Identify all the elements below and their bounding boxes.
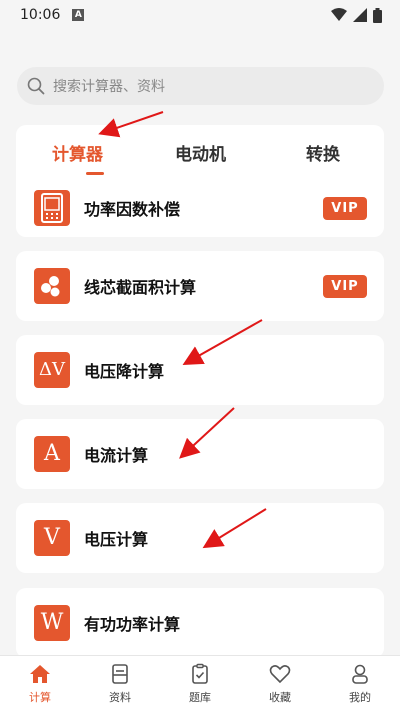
checklist-icon [192, 663, 208, 684]
active-tab-indicator [86, 172, 104, 175]
list-item-label: 电压降计算 [84, 362, 165, 381]
list-item-voltage-drop[interactable]: ΔV 电压降计算 [16, 335, 384, 405]
bottom-navigation: 计算 资料 题库 收藏 我的 [0, 655, 400, 710]
list-item-label: 功率因数补偿 [84, 200, 181, 219]
user-icon [352, 664, 368, 684]
list-item-label: 电流计算 [84, 446, 149, 465]
tab-conversion[interactable]: 转换 [306, 140, 340, 165]
cell-signal-icon [353, 8, 367, 22]
ampere-icon: A [34, 436, 70, 472]
status-time: 10:06 [20, 7, 61, 23]
battery-icon [373, 7, 382, 23]
tab-motor[interactable]: 电动机 [175, 140, 226, 165]
list-item-label: 电压计算 [84, 530, 149, 549]
nav-question-bank[interactable]: 题库 [170, 663, 230, 705]
watt-icon: W [34, 605, 70, 641]
list-item-current[interactable]: A 电流计算 [16, 419, 384, 489]
list-item-active-power[interactable]: W 有功功率计算 [16, 588, 384, 658]
search-icon [27, 77, 45, 95]
delta-v-icon: ΔV [34, 352, 70, 388]
nav-label: 我的 [349, 691, 371, 704]
wire-cores-icon [34, 268, 70, 304]
vip-badge: VIP [323, 196, 367, 220]
nav-calculate[interactable]: 计算 [10, 663, 70, 705]
list-item-label: 线芯截面积计算 [84, 278, 197, 297]
wifi-icon [331, 8, 347, 21]
heart-icon [269, 665, 291, 684]
list-item-label: 有功功率计算 [84, 615, 181, 634]
nav-label: 计算 [29, 691, 51, 704]
tab-calculator[interactable]: 计算器 [52, 140, 103, 165]
notification-a-icon: A [72, 9, 85, 21]
nav-label: 收藏 [269, 691, 291, 704]
list-item-wire-section[interactable]: 线芯截面积计算 VIP [16, 251, 384, 321]
nav-label: 资料 [109, 691, 131, 704]
status-bar: 10:06 A [0, 0, 400, 30]
phone-grid-icon [34, 190, 70, 226]
nav-materials[interactable]: 资料 [90, 663, 150, 705]
search-bar[interactable]: 搜索计算器、资料 [17, 67, 384, 105]
home-icon [30, 665, 50, 683]
status-icons [331, 7, 382, 23]
tab-bar: 计算器 电动机 转换 [16, 125, 384, 179]
nav-favorites[interactable]: 收藏 [250, 663, 310, 705]
nav-label: 题库 [189, 691, 211, 704]
list-item-power-factor[interactable]: 功率因数补偿 VIP [16, 179, 384, 237]
list-item-voltage[interactable]: V 电压计算 [16, 503, 384, 573]
search-placeholder: 搜索计算器、资料 [53, 79, 165, 95]
volt-icon: V [34, 520, 70, 556]
nav-profile[interactable]: 我的 [330, 663, 390, 705]
vip-badge: VIP [323, 274, 367, 298]
document-icon [112, 664, 128, 684]
